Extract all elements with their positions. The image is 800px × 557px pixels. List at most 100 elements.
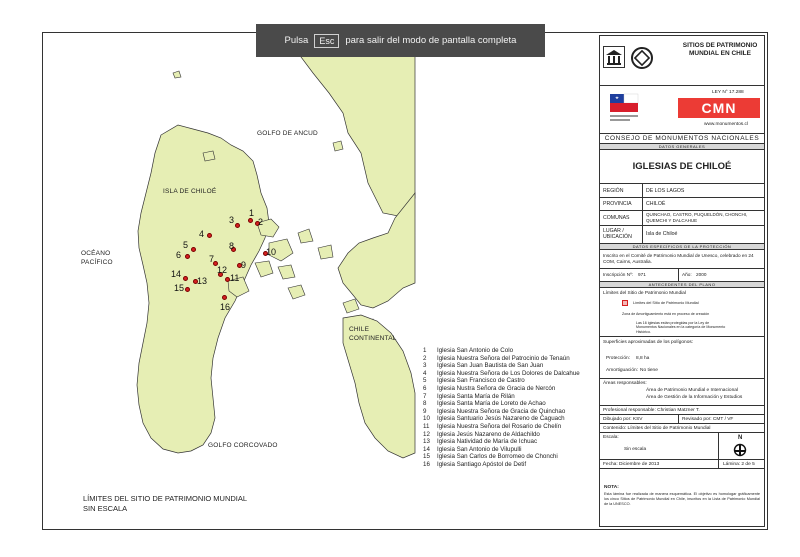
area-1: Área de Patrimonio Mundial e Internacion… — [646, 388, 738, 393]
unesco-logo — [603, 46, 625, 68]
areas-label: Áreas responsables: — [603, 381, 647, 386]
zona-note: Zona de Amortiguamiento está en proceso … — [622, 312, 710, 316]
contenido: Contenido: Límites del Sitio de Patrimon… — [603, 426, 711, 431]
legend-item: 11 Iglesia Nuestra Señora del Rosario de … — [423, 423, 580, 431]
legend-number: 16 — [423, 460, 430, 468]
main-title: IGLESIAS DE CHILOÉ — [600, 150, 764, 184]
inscripcion-row: Inscripción Nº: 971 Año: 2000 — [600, 269, 764, 282]
amortiguacion-value: No tiene — [640, 368, 658, 373]
header-block: SITIOS DE PATRIMONIO MUNDIAL EN CHILE — [600, 36, 764, 86]
church-marker[interactable] — [222, 295, 227, 300]
legend-text: Iglesia Nuestra Señora de Gracia de Quin… — [437, 407, 566, 415]
limites-block: Límites del Sitio de Patrimonio Mundial … — [600, 288, 764, 337]
legend-text: Iglesia Nuestra Señora del Patrocinio de… — [437, 354, 570, 362]
comunas-row: COMUNAS QUINCHAO, CASTRO, PUQUELDÓN, CHO… — [600, 211, 764, 226]
legend-number: 9 — [423, 407, 427, 415]
island-small — [332, 140, 344, 152]
lugar-value: Isla de Chiloé — [642, 226, 677, 243]
lamina: Lámina: 2 de 5 — [718, 460, 755, 468]
label-oceano-line2: PACÍFICO — [81, 259, 113, 266]
legend-number: 1 — [423, 347, 427, 354]
legend-text: Iglesia Santuario Jesús Nazareno de Cagu… — [437, 415, 565, 423]
provincia-label: PROVINCIA — [603, 201, 632, 207]
map-sheet: GOLFO DE ANCUD ISLA DE CHILOÉ OCÉANO PAC… — [42, 32, 768, 530]
legend-number: 8 — [423, 400, 427, 408]
legend-text: Iglesia San Antonio de Colo — [437, 347, 514, 354]
legend-number: 2 — [423, 354, 427, 362]
legend-number: 4 — [423, 369, 427, 377]
fecha-row: Fecha: Diciembre de 2013 Lámina: 2 de 5 — [600, 460, 764, 469]
consejo-title: CONSEJO DE MONUMENTOS NACIONALES — [600, 134, 764, 144]
legend-text: Iglesia Natividad de María de Ichuac — [437, 438, 538, 446]
island-small — [297, 228, 314, 244]
provincia-row: PROVINCIA CHILOÉ — [600, 198, 764, 211]
limites-label: Límites del Sitio de Patrimonio Mundial — [603, 291, 686, 296]
legend-text: Iglesia San Carlos de Borromeo de Chonch… — [437, 453, 558, 461]
legend-number: 12 — [423, 430, 430, 438]
church-marker[interactable] — [191, 247, 196, 252]
banner-post-text: para salir del modo de pantalla completa — [345, 35, 517, 46]
region-row: REGIÓN DE LOS LAGOS — [600, 184, 764, 198]
map-area: GOLFO DE ANCUD ISLA DE CHILOÉ OCÉANO PAC… — [43, 33, 597, 529]
church-marker[interactable] — [185, 254, 190, 259]
provincia-value: CHILOÉ — [642, 198, 665, 210]
legend-number: 13 — [423, 438, 430, 446]
inscrito-block: Inscrito en el Comité de Patrimonio Mund… — [600, 250, 764, 269]
comunas-value: QUINCHAO, CASTRO, PUQUELDÓN, CHONCHI, QU… — [642, 211, 760, 225]
legend-text: Iglesia Nuestra Señora de Los Dolores de… — [437, 369, 580, 377]
island-small — [172, 70, 182, 79]
world-heritage-emblem-icon — [630, 46, 654, 70]
marker-number: 12 — [217, 265, 228, 275]
church-marker[interactable] — [235, 223, 240, 228]
areas-block: Áreas responsables: Área de Patrimonio M… — [600, 379, 764, 406]
esc-key[interactable]: Esc — [314, 33, 340, 48]
legend-item: 5 Iglesia San Francisco de Castro — [423, 377, 580, 385]
gobierno-logo — [606, 90, 642, 130]
legend-number: 15 — [423, 453, 430, 461]
legend-item: 2 Iglesia Nuestra Señora del Patrocinio d… — [423, 355, 580, 363]
dibujado: Dibujado por: KSV — [603, 417, 643, 422]
church-marker[interactable] — [207, 233, 212, 238]
marker-number: 10 — [266, 247, 277, 257]
legend-item: 7 Iglesia Santa María de Rilán — [423, 393, 580, 401]
limite-symbol-label: Límites del Sitio de Patrimonio Mundial — [633, 301, 699, 305]
inscripcion-value: 971 — [638, 272, 646, 277]
profesional-row: Profesional responsable: Christian Matzn… — [600, 406, 764, 415]
inscrito-text: Inscrito en el Comité de Patrimonio Mund… — [603, 253, 754, 264]
legend-text: Iglesia Santa María de Rilán — [437, 392, 515, 400]
continent-north-land — [287, 33, 416, 219]
legend-item: 14 Iglesia San Antonio de Vilupulli — [423, 446, 580, 454]
church-legend: 1 Iglesia San Antonio de Colo 2 Iglesia Nue… — [423, 347, 580, 469]
label-chile-line2: CONTINENTAL — [349, 335, 397, 342]
legend-text: Iglesia Santiago Apóstol de Detif — [437, 460, 527, 468]
fullscreen-banner: Pulsa Esc para salir del modo de pantall… — [256, 24, 545, 57]
legend-number: 3 — [423, 362, 427, 370]
nota-text: Esta lámina fue realizada de manera esqu… — [604, 492, 760, 506]
legend-number: 7 — [423, 392, 427, 400]
marker-number: 4 — [199, 229, 205, 239]
region-value: DE LOS LAGOS — [642, 184, 684, 197]
legend-text: Iglesia San Antonio de Vilupulli — [437, 445, 522, 453]
church-marker[interactable] — [248, 218, 253, 223]
dibujado-row: Dibujado por: KSV Revisado por: CMT / VF — [600, 415, 764, 424]
proteccion-label: Protección: — [606, 356, 630, 361]
legend-text: Iglesia Nustra Señora de Gracia de Nercó… — [437, 384, 556, 392]
marker-number: 13 — [197, 276, 208, 286]
banner-pre-text: Pulsa — [284, 35, 309, 46]
web-link[interactable]: www.monumentos.cl — [704, 122, 748, 127]
lugar-row: LUGAR / UBICACIÓN Isla de Chiloé — [600, 226, 764, 244]
legend-number: 10 — [423, 415, 430, 423]
marker-number: 1 — [249, 208, 255, 218]
label-oceano-line1: OCÉANO — [81, 250, 111, 257]
fecha: Fecha: Diciembre de 2013 — [603, 462, 660, 467]
profesional: Profesional responsable: Christian Matzn… — [603, 408, 700, 413]
legend-item: 10 Iglesia Santuario Jesús Nazareno de Ca… — [423, 415, 580, 423]
marker-number: 16 — [220, 302, 231, 312]
legend-text: Iglesia San Juan Bautista de San Juan — [437, 362, 544, 370]
sitios-title: SITIOS DE PATRIMONIO MUNDIAL EN CHILE — [682, 42, 758, 57]
contenido-row: Contenido: Límites del Sitio de Patrimon… — [600, 424, 764, 433]
church-marker[interactable] — [185, 287, 190, 292]
church-marker[interactable] — [183, 276, 188, 281]
logos-block: LEY N° 17.288 CMN www.monumentos.cl — [600, 86, 764, 134]
limite-symbol — [622, 300, 628, 306]
